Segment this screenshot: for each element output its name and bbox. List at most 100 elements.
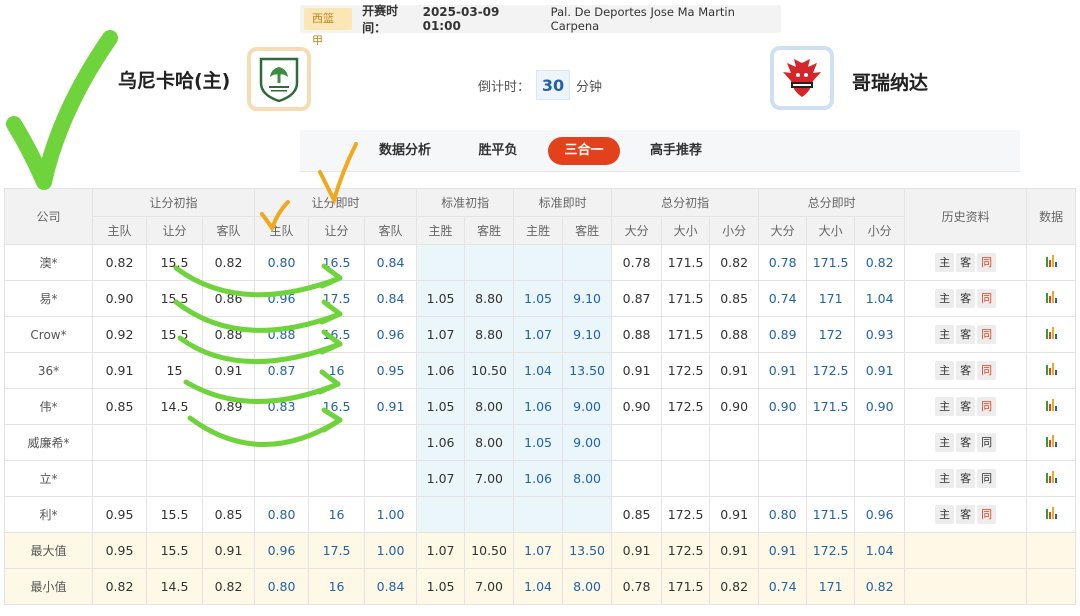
summary-cell: 0.82 xyxy=(201,568,256,605)
odds-cell: 0.87 xyxy=(611,280,663,317)
summary-cell: 1.07 xyxy=(416,532,466,569)
home-team-logo[interactable] xyxy=(247,47,311,111)
odds-cell xyxy=(464,496,515,533)
company-name[interactable]: 利* xyxy=(4,496,93,533)
odds-cell: 0.80 xyxy=(254,496,310,533)
bar-chart-icon[interactable] xyxy=(1045,507,1057,519)
history-cell: 主客同 xyxy=(904,424,1028,461)
odds-cell: 0.88 xyxy=(201,316,256,353)
history-away-button[interactable]: 客 xyxy=(956,289,976,308)
history-same-button[interactable]: 同 xyxy=(977,325,997,344)
company-name[interactable]: 澳* xyxy=(4,244,93,281)
bar-chart-icon[interactable] xyxy=(1045,471,1057,483)
company-name[interactable]: 威廉希* xyxy=(4,424,93,461)
table-row: 伟* 0.85 14.5 0.89 0.83 16.5 0.91 1.05 8.00 1.06 9.… xyxy=(4,388,1077,425)
bar-chart-icon[interactable] xyxy=(1045,399,1057,411)
odds-cell: 171.5 xyxy=(661,316,711,353)
table-row: 易* 0.90 15.5 0.86 0.96 17.5 0.84 1.05 8.80 1.05 9.… xyxy=(4,280,1077,317)
history-away-button[interactable]: 客 xyxy=(956,253,976,272)
odds-cell: 0.87 xyxy=(254,352,310,389)
history-same-button[interactable]: 同 xyxy=(977,361,997,380)
col-company: 公司 xyxy=(4,188,93,245)
away-team-logo[interactable] xyxy=(770,46,834,110)
history-same-button[interactable]: 同 xyxy=(977,253,997,272)
league-badge[interactable]: 西篮甲 xyxy=(304,8,353,47)
odds-cell xyxy=(146,460,203,497)
history-home-button[interactable]: 主 xyxy=(935,469,955,488)
history-home-button[interactable]: 主 xyxy=(935,289,955,308)
sub-header: 小分 xyxy=(854,216,906,245)
bar-chart-icon[interactable] xyxy=(1045,363,1057,375)
bar-chart-icon[interactable] xyxy=(1045,255,1057,267)
tab-expert-picks[interactable]: 高手推荐 xyxy=(640,137,712,165)
odds-table: 公司 让分初指 让分即时 标准初指 标准即时 总分初指 总分即时 历史资料 数据… xyxy=(4,188,1077,605)
odds-cell: 0.90 xyxy=(854,388,906,425)
odds-cell xyxy=(562,244,613,281)
tab-data-analysis[interactable]: 数据分析 xyxy=(370,137,440,165)
summary-cell: 17.5 xyxy=(308,532,366,569)
odds-cell: 15 xyxy=(146,352,203,389)
history-same-button[interactable]: 同 xyxy=(977,397,997,416)
history-away-button[interactable]: 客 xyxy=(956,361,976,380)
bar-chart-icon[interactable] xyxy=(1045,291,1057,303)
history-same-button[interactable]: 同 xyxy=(977,433,997,452)
history-home-button[interactable]: 主 xyxy=(935,253,955,272)
history-home-button[interactable]: 主 xyxy=(935,505,955,524)
odds-cell xyxy=(416,496,466,533)
odds-cell: 1.04 xyxy=(854,280,906,317)
history-home-button[interactable]: 主 xyxy=(935,325,955,344)
home-team-name[interactable]: 乌尼卡哈(主) xyxy=(118,66,230,93)
odds-cell xyxy=(854,460,906,497)
odds-cell: 172 xyxy=(806,316,856,353)
away-team-name[interactable]: 哥瑞纳达 xyxy=(852,68,928,95)
company-name[interactable]: 立* xyxy=(4,460,93,497)
history-away-button[interactable]: 客 xyxy=(956,397,976,416)
summary-empty xyxy=(904,568,1028,605)
odds-cell xyxy=(364,460,418,497)
table-row: 利* 0.95 15.5 0.85 0.80 16 1.00 0.85 172.5 0.91 0.8… xyxy=(4,496,1077,533)
tab-three-in-one[interactable]: 三合一 xyxy=(548,137,620,165)
kickoff-time: 2025-03-09 01:00 xyxy=(422,5,500,33)
summary-cell: 0.91 xyxy=(758,532,808,569)
sub-header: 客胜 xyxy=(562,216,613,245)
bar-chart-icon[interactable] xyxy=(1045,327,1057,339)
odds-cell: 8.00 xyxy=(464,388,515,425)
odds-cell: 172.5 xyxy=(661,496,711,533)
history-away-button[interactable]: 客 xyxy=(956,505,976,524)
summary-cell: 1.05 xyxy=(416,568,466,605)
history-cell: 主客同 xyxy=(904,388,1028,425)
table-row: 36* 0.91 15 0.91 0.87 16 0.95 1.06 10.50 1.04 13.5… xyxy=(4,352,1077,389)
odds-cell xyxy=(758,424,808,461)
odds-cell: 0.83 xyxy=(254,388,310,425)
company-name[interactable]: 易* xyxy=(4,280,93,317)
odds-cell: 0.86 xyxy=(201,280,256,317)
data-cell xyxy=(1026,352,1077,389)
company-name[interactable]: Crow* xyxy=(4,316,93,353)
tab-win-draw-lose[interactable]: 胜平负 xyxy=(468,137,528,165)
history-home-button[interactable]: 主 xyxy=(935,397,955,416)
odds-cell: 171 xyxy=(806,280,856,317)
odds-cell: 0.90 xyxy=(92,280,147,317)
odds-cell: 172.5 xyxy=(661,388,711,425)
history-same-button[interactable]: 同 xyxy=(977,469,997,488)
company-name[interactable]: 36* xyxy=(4,352,93,389)
odds-cell: 16.5 xyxy=(308,316,366,353)
history-same-button[interactable]: 同 xyxy=(977,289,997,308)
history-home-button[interactable]: 主 xyxy=(935,361,955,380)
odds-cell: 7.00 xyxy=(464,460,515,497)
bar-chart-icon[interactable] xyxy=(1045,435,1057,447)
odds-cell: 0.85 xyxy=(611,496,663,533)
odds-cell: 0.89 xyxy=(758,316,808,353)
odds-cell: 17.5 xyxy=(308,280,366,317)
company-name[interactable]: 伟* xyxy=(4,388,93,425)
odds-cell: 0.80 xyxy=(758,496,808,533)
history-away-button[interactable]: 客 xyxy=(956,433,976,452)
summary-empty xyxy=(1026,532,1077,569)
odds-cell: 0.84 xyxy=(364,244,418,281)
history-away-button[interactable]: 客 xyxy=(956,469,976,488)
odds-cell: 1.07 xyxy=(513,316,564,353)
history-away-button[interactable]: 客 xyxy=(956,325,976,344)
history-same-button[interactable]: 同 xyxy=(977,505,997,524)
history-home-button[interactable]: 主 xyxy=(935,433,955,452)
odds-cell: 0.91 xyxy=(758,352,808,389)
